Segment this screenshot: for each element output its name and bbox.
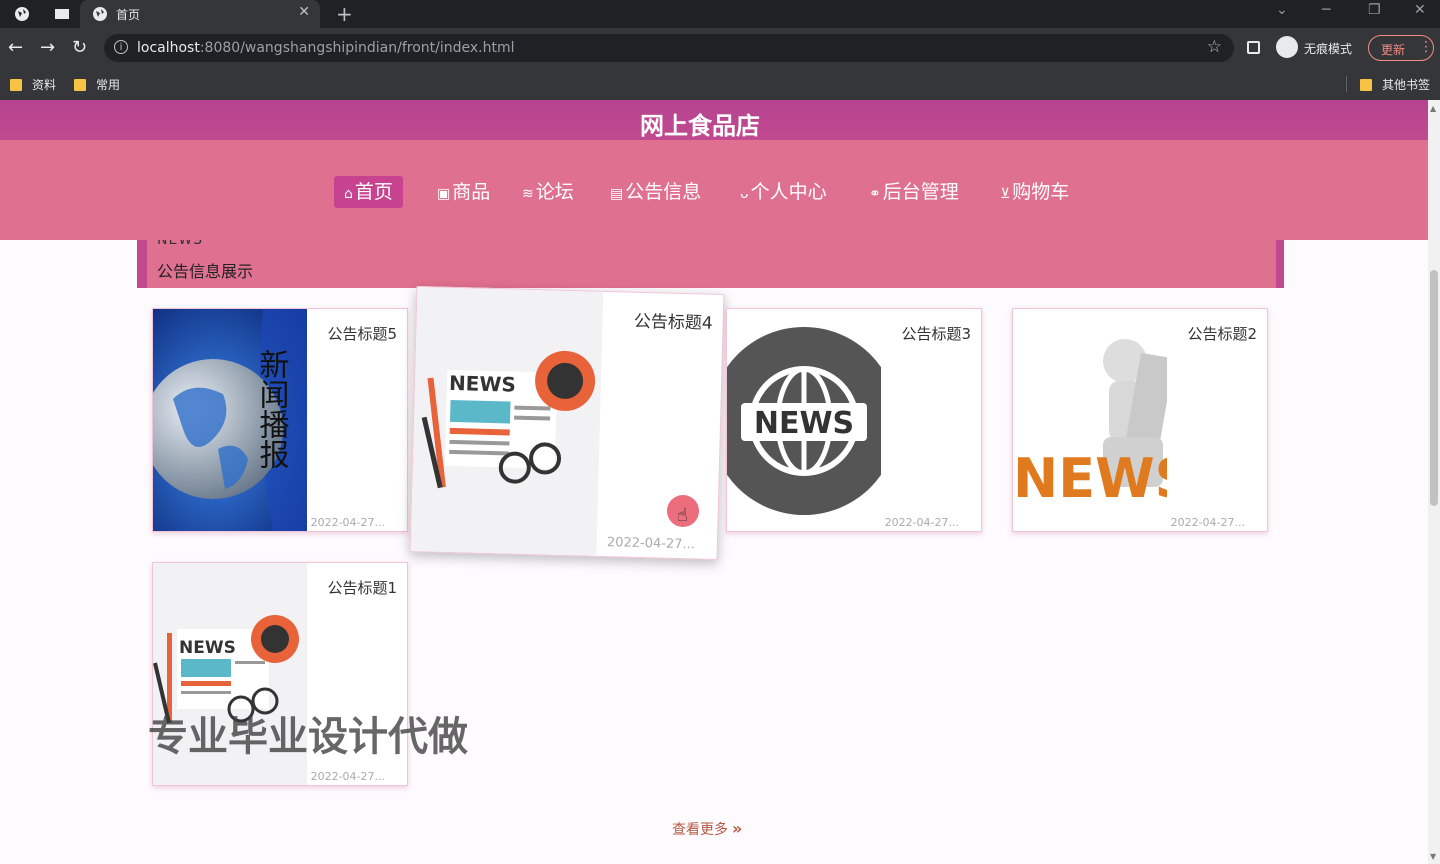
scroll-down-icon[interactable]: ▼ (1430, 852, 1436, 861)
watermark-overlay: 专业毕业设计代做 (148, 714, 468, 760)
reload-icon[interactable]: ↻ (72, 37, 87, 58)
folder-icon (10, 79, 22, 91)
bookmarks-bar: 资料 常用 其他书签 (0, 68, 1440, 100)
url-text[interactable]: localhost:8080/wangshangshipindian/front… (137, 40, 515, 56)
cart-icon: ⊻ (1000, 186, 1011, 202)
minimize-icon[interactable]: ─ (1322, 2, 1330, 18)
notice-title: 公告标题2 (1187, 325, 1257, 343)
notice-date: 2022-04-27... (606, 535, 696, 553)
more-menu-icon: ⋮ (1419, 39, 1433, 55)
tab-overview-icon[interactable] (54, 6, 70, 22)
notice-image-reading-figure: NEWS (1013, 309, 1167, 531)
bookmark-folder-ziliao[interactable]: 资料 (10, 76, 56, 93)
gift-icon: ▣ (437, 186, 451, 202)
star-icon[interactable]: ☆ (1207, 37, 1222, 57)
forward-icon[interactable]: → (40, 37, 55, 58)
notice-card[interactable]: NEWS 公告标题2 2022-04-27... (1012, 308, 1268, 532)
view-more-link[interactable]: 查看更多» (672, 819, 742, 839)
notice-date: 2022-04-27... (310, 516, 385, 529)
folder-icon (74, 79, 86, 91)
close-icon[interactable]: ✕ (298, 4, 310, 20)
site-title: 网上食品店 (640, 112, 760, 140)
other-bookmarks[interactable]: 其他书签 (1360, 76, 1430, 93)
scrollbar-thumb[interactable] (1430, 270, 1438, 506)
section-header: NEWS 公告信息展示 (137, 240, 1284, 288)
globe-icon (93, 7, 107, 21)
hand-cursor-icon: ☝ (677, 505, 688, 526)
notice-date: 2022-04-27... (310, 770, 385, 783)
nav-profile[interactable]: ᴗ 个人中心 (740, 176, 827, 208)
incognito-label: 无痕模式 (1304, 42, 1353, 56)
nav-home[interactable]: ⌂ 首页 (334, 176, 403, 208)
notice-title: 公告标题5 (327, 325, 397, 343)
incognito-icon[interactable] (1276, 36, 1298, 58)
notice-image-news-globe: NEWS (727, 309, 881, 531)
notice-title: 公告标题4 (633, 311, 713, 334)
document-icon: ▤ (610, 186, 624, 202)
chevron-down-icon[interactable]: ⌄ (1276, 2, 1288, 18)
restore-icon[interactable]: ❐ (1368, 2, 1381, 18)
site-header: 网上食品店 (0, 100, 1428, 140)
scroll-up-icon[interactable]: ▲ (1430, 104, 1436, 113)
notice-date: 2022-04-27... (1170, 516, 1245, 529)
info-icon[interactable]: i (114, 40, 128, 54)
page-viewport: 网上食品店 ⌂ 首页 ▣ 商品 ≋ 论坛 ▤ 公告信息 ᴗ 个人中心 ⚭ 后台管理 ⊻ 购物车… (0, 100, 1428, 864)
layers-icon: ≋ (522, 186, 534, 202)
home-icon: ⌂ (344, 186, 353, 202)
notice-title: 公告标题3 (901, 325, 971, 343)
user-icon: ᴗ (740, 186, 749, 202)
notice-card[interactable]: 新闻播报 公告标题5 2022-04-27... (152, 308, 408, 532)
bookmark-folder-changyong[interactable]: 常用 (74, 76, 120, 93)
svg-text:NEWS: NEWS (1013, 447, 1167, 510)
notice-image-globe: 新闻播报 (153, 309, 307, 531)
notice-card[interactable]: NEWS 公告标题3 2022-04-27... (726, 308, 982, 532)
notice-title: 公告标题1 (327, 579, 397, 597)
globe-icon[interactable] (14, 6, 30, 22)
browser-tab-strip: 首页 ✕ + ⌄ ─ ❐ ✕ (0, 0, 1440, 28)
svg-text:NEWS: NEWS (449, 371, 516, 397)
nav-notices[interactable]: ▤ 公告信息 (610, 176, 701, 208)
notice-image-newspaper: NEWS (410, 287, 604, 558)
link-icon: ⚭ (869, 186, 881, 202)
svg-text:NEWS: NEWS (179, 638, 236, 658)
tab-home[interactable]: 首页 ✕ (80, 0, 320, 28)
new-tab-button[interactable]: + (336, 2, 353, 26)
nav-forum[interactable]: ≋ 论坛 (522, 176, 574, 208)
update-button[interactable]: 更新 ⋮ (1368, 35, 1434, 61)
tab-title: 首页 (116, 8, 141, 22)
nav-cart[interactable]: ⊻ 购物车 (1000, 176, 1069, 208)
bookmark-separator (1346, 76, 1347, 92)
notice-date: 2022-04-27... (884, 516, 959, 529)
section-title: 公告信息展示 (157, 262, 254, 281)
svg-text:NEWS: NEWS (754, 406, 854, 441)
vertical-news-text: 新闻播报 (254, 349, 290, 469)
folder-icon (1360, 79, 1372, 91)
side-panel-icon[interactable] (1247, 41, 1260, 54)
back-icon[interactable]: ← (8, 37, 23, 58)
browser-toolbar: ← → ↻ i localhost:8080/wangshangshipindi… (0, 28, 1440, 68)
section-title-en: NEWS (157, 240, 204, 248)
nav-admin[interactable]: ⚭ 后台管理 (869, 176, 959, 208)
double-chevron-right-icon: » (732, 819, 743, 838)
address-bar[interactable]: i localhost:8080/wangshangshipindian/fro… (104, 34, 1234, 62)
close-window-icon[interactable]: ✕ (1414, 2, 1426, 18)
main-nav: ⌂ 首页 ▣ 商品 ≋ 论坛 ▤ 公告信息 ᴗ 个人中心 ⚭ 后台管理 ⊻ 购物车 (0, 140, 1428, 240)
nav-products[interactable]: ▣ 商品 (437, 176, 490, 208)
